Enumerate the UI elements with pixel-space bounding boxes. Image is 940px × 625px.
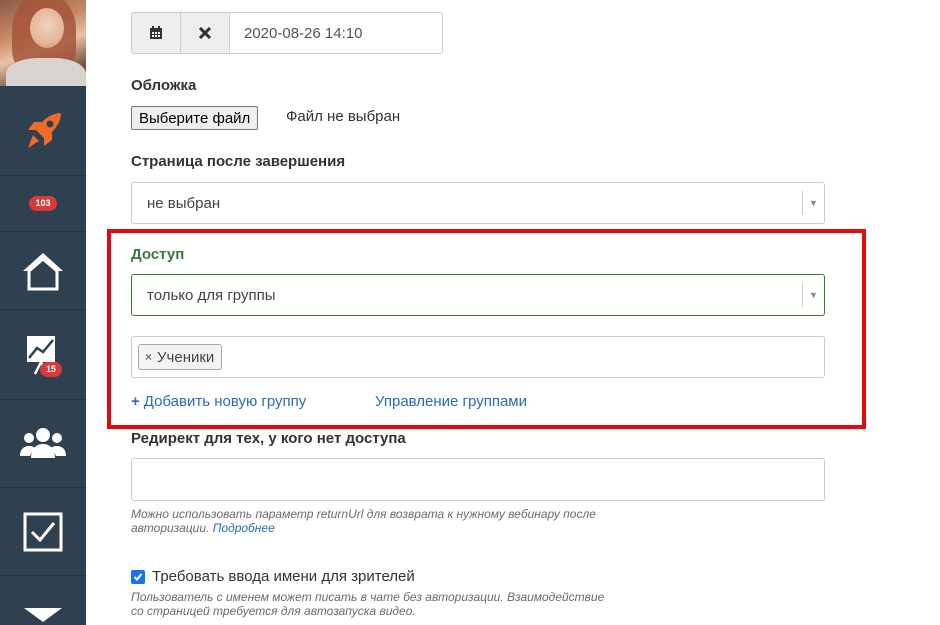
sidebar-item-messages[interactable] xyxy=(0,576,86,625)
sidebar-item-stats[interactable]: 15 xyxy=(0,310,86,400)
require-name-checkbox[interactable] xyxy=(131,570,145,584)
sidebar-item-notifications[interactable]: 103 xyxy=(0,176,86,232)
more-info-link[interactable]: Подробнее xyxy=(213,521,275,535)
envelope-icon xyxy=(24,608,62,622)
notifications-badge: 103 xyxy=(29,196,57,211)
finish-page-selected: не выбран xyxy=(147,194,221,212)
sidebar-item-users[interactable] xyxy=(0,400,86,488)
calendar-button[interactable] xyxy=(132,13,181,53)
avatar-shirt xyxy=(6,58,86,86)
avatar[interactable] xyxy=(0,0,86,86)
rocket-icon xyxy=(28,112,61,148)
sidebar-item-launch[interactable] xyxy=(0,86,86,176)
file-status: Файл не выбран xyxy=(286,108,401,125)
date-picker: 2020-08-26 14:10 xyxy=(131,12,443,54)
sidebar: 103 15 xyxy=(0,0,86,625)
sidebar-item-tasks[interactable] xyxy=(0,488,86,576)
finish-page-label: Страница после завершения xyxy=(131,153,346,170)
redirect-hint: Можно использовать параметр returnUrl дл… xyxy=(131,507,671,535)
redirect-hint-text: Можно использовать параметр returnUrl дл… xyxy=(131,507,596,535)
cover-label: Обложка xyxy=(131,77,197,94)
date-input[interactable]: 2020-08-26 14:10 xyxy=(230,13,442,53)
sidebar-item-home[interactable] xyxy=(0,232,86,310)
chevron-down-icon: ▼ xyxy=(802,191,824,215)
home-icon xyxy=(23,252,63,290)
redirect-label: Редирект для тех, у кого нет доступа xyxy=(131,430,406,447)
checkbox-icon xyxy=(23,512,63,551)
require-name-hint: Пользователь с именем может писать в чат… xyxy=(131,590,605,618)
finish-page-select[interactable]: не выбран ▼ xyxy=(131,182,825,224)
access-highlight-frame xyxy=(107,229,866,429)
calendar-icon xyxy=(150,26,162,39)
checkmark-icon xyxy=(133,573,143,581)
close-icon xyxy=(199,27,211,39)
users-icon xyxy=(20,427,66,458)
choose-file-button[interactable]: Выберите файл xyxy=(131,106,259,130)
avatar-face xyxy=(30,8,64,48)
require-name-label: Требовать ввода имени для зрителей xyxy=(152,568,415,585)
stats-badge: 15 xyxy=(40,362,63,377)
clear-date-button[interactable] xyxy=(181,13,230,53)
redirect-input[interactable] xyxy=(131,458,825,501)
